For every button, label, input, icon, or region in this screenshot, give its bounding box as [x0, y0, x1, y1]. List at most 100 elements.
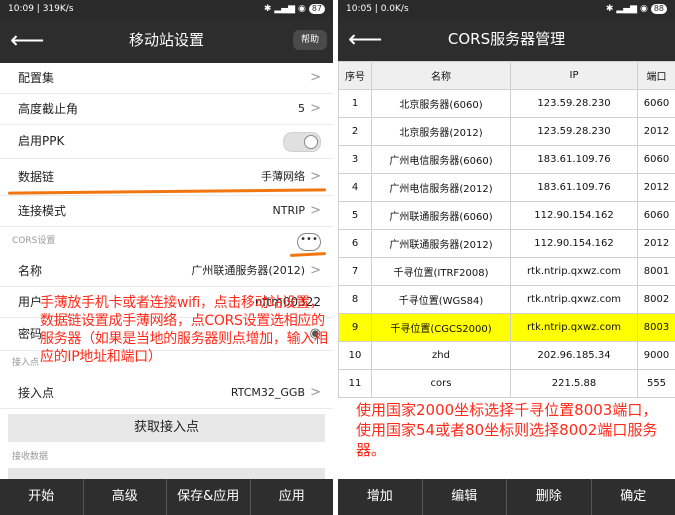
cell-no: 9	[338, 313, 372, 342]
cell-port: 555	[637, 369, 675, 398]
cell-name: cors	[371, 369, 511, 398]
ppk-label: 启用PPK	[18, 134, 65, 148]
start-button[interactable]: 开始	[0, 479, 83, 515]
usage-note-text: 使用国家2000坐标选择千寻位置8003端口，使用国家54或者80坐标则选择80…	[356, 401, 658, 459]
table-row[interactable]: 10 zhd 202.96.185.34 9000	[338, 341, 675, 370]
cell-port: 6060	[637, 145, 675, 174]
cell-no: 10	[338, 341, 372, 370]
column-header-name: 名称	[371, 61, 511, 90]
cell-ip: rtk.ntrip.qxwz.com	[510, 257, 638, 286]
table-row[interactable]: 9 千寻位置(CGCS2000) rtk.ntrip.qxwz.com 8003	[338, 313, 675, 342]
connect-mode-label: 连接模式	[18, 204, 67, 218]
cors-section-header: CORS设置 •••	[0, 230, 333, 252]
cell-port: 8002	[637, 285, 675, 314]
server-name-row[interactable]: 名称 广州联通服务器(2012) >	[0, 256, 333, 287]
column-header-port: 端口	[637, 61, 675, 90]
delete-button[interactable]: 删除	[506, 479, 591, 515]
cell-no: 2	[338, 117, 372, 146]
save-apply-button[interactable]: 保存&应用	[166, 479, 250, 515]
table-row[interactable]: 1 北京服务器(6060) 123.59.28.230 6060	[338, 89, 675, 118]
cell-ip: 183.61.109.76	[510, 145, 638, 174]
cell-ip: 112.90.154.162	[510, 229, 638, 258]
cutoff-angle-row[interactable]: 高度截止角 5 >	[0, 94, 333, 125]
cors-section-label: CORS设置	[12, 236, 56, 246]
table-header-row: 序号 名称 IP 端口	[338, 61, 675, 90]
annotation-text: 手薄放手机卡或者连接wifi，点击移动站设置，数据链设置成手薄网络，点CORS设…	[40, 295, 328, 365]
ppk-toggle[interactable]	[283, 132, 321, 152]
cell-port: 2012	[637, 173, 675, 202]
cell-name: 广州电信服务器(2012)	[371, 173, 511, 202]
cell-name: 北京服务器(6060)	[371, 89, 511, 118]
cell-no: 3	[338, 145, 372, 174]
page-title: 移动站设置	[128, 31, 204, 49]
user-label: 用户	[18, 295, 43, 309]
cell-ip: 123.59.28.230	[510, 117, 638, 146]
cell-name: 北京服务器(2012)	[371, 117, 511, 146]
add-button[interactable]: 增加	[338, 479, 422, 515]
cell-port: 9000	[637, 341, 675, 370]
cell-port: 2012	[637, 117, 675, 146]
status-bar: 10:09 | 319K/s ✱ ▂▄▆ ◉ 87	[0, 0, 333, 18]
help-button[interactable]: 帮助	[293, 30, 327, 50]
more-icon[interactable]: •••	[297, 233, 321, 251]
cors-server-manager-screen: 10:05 | 0.0K/s ✱ ▂▄▆ ◉ 88 ⟵ CORS服务器管理 序号 …	[338, 0, 675, 515]
cell-ip: 221.5.88	[510, 369, 638, 398]
cell-no: 7	[338, 257, 372, 286]
config-set-row[interactable]: 配置集 >	[0, 63, 333, 94]
cell-name: zhd	[371, 341, 511, 370]
receive-section-header: 接收数据	[0, 449, 333, 465]
status-icons: ✱ ▂▄▆ ◉ 88	[606, 0, 667, 18]
chevron-right-icon: >	[310, 203, 321, 218]
title-bar: ⟵ 移动站设置 帮助	[0, 18, 333, 63]
edit-button[interactable]: 编辑	[421, 479, 507, 515]
advanced-button[interactable]: 高级	[82, 479, 167, 515]
table-row[interactable]: 3 广州电信服务器(6060) 183.61.109.76 6060	[338, 145, 675, 174]
status-speed: 319K/s	[42, 4, 74, 14]
table-row[interactable]: 7 千寻位置(ITRF2008) rtk.ntrip.qxwz.com 8001	[338, 257, 675, 286]
access-point-row[interactable]: 接入点 RTCM32_GGB >	[0, 378, 333, 409]
cell-no: 4	[338, 173, 372, 202]
column-header-no: 序号	[338, 61, 372, 90]
access-point-value: RTCM32_GGB	[230, 386, 305, 399]
config-set-label: 配置集	[18, 71, 55, 85]
cell-ip: 183.61.109.76	[510, 173, 638, 202]
receive-section-label: 接收数据	[12, 452, 49, 462]
status-bar: 10:05 | 0.0K/s ✱ ▂▄▆ ◉ 88	[338, 0, 675, 18]
battery-level: 88	[650, 4, 667, 14]
cell-ip: 202.96.185.34	[510, 341, 638, 370]
password-label: 密码	[18, 327, 43, 341]
column-header-ip: IP	[510, 61, 638, 90]
server-name-value: 广州联通服务器(2012)	[191, 264, 305, 277]
mobile-station-settings-screen: 10:09 | 319K/s ✱ ▂▄▆ ◉ 87 ⟵ 移动站设置 帮助 配置集 …	[0, 0, 333, 515]
chevron-right-icon: >	[310, 70, 321, 85]
cell-port: 6060	[637, 201, 675, 230]
cell-name: 广州联通服务器(6060)	[371, 201, 511, 230]
status-speed: 0.0K/s	[380, 4, 409, 14]
toggle-knob	[304, 135, 318, 149]
table-row[interactable]: 2 北京服务器(2012) 123.59.28.230 2012	[338, 117, 675, 146]
chevron-right-icon: >	[310, 101, 321, 116]
datalink-label: 数据链	[18, 170, 55, 184]
cell-ip: 123.59.28.230	[510, 89, 638, 118]
cell-ip: rtk.ntrip.qxwz.com	[510, 313, 638, 342]
cell-ip: rtk.ntrip.qxwz.com	[510, 285, 638, 314]
table-row[interactable]: 4 广州电信服务器(2012) 183.61.109.76 2012	[338, 173, 675, 202]
table-row[interactable]: 5 广州联通服务器(6060) 112.90.154.162 6060	[338, 201, 675, 230]
status-icons: ✱ ▂▄▆ ◉ 87	[264, 0, 325, 18]
cell-name: 千寻位置(WGS84)	[371, 285, 511, 314]
table-row[interactable]: 6 广州联通服务器(2012) 112.90.154.162 2012	[338, 229, 675, 258]
cell-no: 11	[338, 369, 372, 398]
cors-server-table: 序号 名称 IP 端口 1 北京服务器(6060) 123.59.28.230 606…	[338, 61, 675, 398]
cell-no: 8	[338, 285, 372, 314]
table-row[interactable]: 11 cors 221.5.88 555	[338, 369, 675, 398]
confirm-button[interactable]: 确定	[590, 479, 675, 515]
cell-name: 广州联通服务器(2012)	[371, 229, 511, 258]
bottom-action-bar: 增加 编辑 删除 确定	[338, 479, 675, 515]
table-row[interactable]: 8 千寻位置(WGS84) rtk.ntrip.qxwz.com 8002	[338, 285, 675, 314]
cell-name: 广州电信服务器(6060)	[371, 145, 511, 174]
connect-mode-row[interactable]: 连接模式 NTRIP >	[0, 196, 333, 227]
apply-button[interactable]: 应用	[249, 479, 334, 515]
cell-name: 千寻位置(ITRF2008)	[371, 257, 511, 286]
get-access-point-button[interactable]: 获取接入点	[8, 414, 325, 442]
cell-no: 1	[338, 89, 372, 118]
